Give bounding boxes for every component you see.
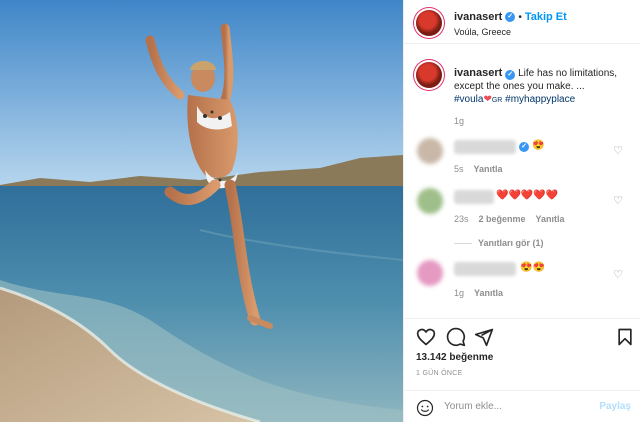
comment-input[interactable]: Yorum ekle... [444, 401, 502, 412]
comment-text: ❤️❤️❤️❤️❤️ [496, 190, 559, 201]
emoji-icon[interactable] [416, 399, 434, 417]
comment-time: 23s [454, 214, 469, 224]
username-link[interactable]: ivanasert [454, 11, 502, 23]
share-icon[interactable] [474, 327, 494, 347]
post-caption: ivanasert ✓ Life has no limitations, exce… [454, 67, 634, 107]
comment-text: 😍😍 [520, 262, 545, 273]
follow-button[interactable]: Takip Et [525, 11, 567, 23]
commenter-avatar[interactable] [417, 138, 443, 164]
comment-icon[interactable] [446, 327, 466, 347]
beach-photo-illustration [0, 0, 403, 422]
verified-icon: ✓ [505, 70, 516, 80]
comment-composer: Yorum ekle... Paylaş [404, 390, 640, 422]
caption-time: 1g [454, 116, 465, 126]
hashtag-myhappyplace[interactable]: #myhappyplace [505, 94, 575, 105]
heart-emoji-icon: ❤ [483, 94, 492, 105]
location-link[interactable]: Voúla, Greece [454, 27, 511, 37]
commenter-avatar[interactable] [417, 188, 443, 214]
caption-username[interactable]: ivanasert [454, 67, 502, 79]
comment-time: 1g [454, 288, 465, 298]
post-sidebar: ivanasert ✓ • Takip Et Voúla, Greece iva… [403, 0, 640, 422]
bookmark-icon[interactable] [615, 327, 635, 347]
post-header: ivanasert ✓ • Takip Et Voúla, Greece [404, 0, 640, 44]
comment-like-icon[interactable]: ♡ [613, 194, 623, 207]
reply-button[interactable]: Yanıtla [474, 164, 503, 174]
post-photo [0, 0, 403, 422]
reply-button[interactable]: Yanıtla [474, 288, 503, 298]
commenter-avatar[interactable] [417, 260, 443, 286]
hashtag-voula[interactable]: #voula [454, 94, 483, 105]
comment-like-icon[interactable]: ♡ [613, 144, 623, 157]
verified-icon: ✓ [505, 12, 516, 22]
commenter-username[interactable] [454, 262, 516, 276]
heart-icon[interactable] [416, 327, 436, 347]
view-replies-button[interactable]: Yanıtları gör (1) [454, 238, 544, 248]
reply-button[interactable]: Yanıtla [536, 214, 565, 224]
divider [454, 242, 472, 244]
avatar[interactable] [416, 10, 442, 36]
post-actions: 13.142 beğenme 1 GÜN ÖNCE [404, 318, 640, 388]
commenter-username[interactable] [454, 140, 516, 154]
flag-gr: GR [491, 97, 503, 104]
post-date[interactable]: 1 GÜN ÖNCE [416, 370, 463, 377]
view-replies-label: Yanıtları gör (1) [478, 238, 544, 248]
commenter-username[interactable] [454, 190, 494, 204]
separator-dot: • [518, 11, 522, 23]
comment-text: 😍 [532, 140, 545, 151]
comment-like-icon[interactable]: ♡ [613, 268, 623, 281]
likes-count[interactable]: 13.142 beğenme [416, 352, 493, 363]
post-comment-button[interactable]: Paylaş [599, 401, 631, 412]
verified-icon: ✓ [519, 142, 529, 152]
comment-time: 5s [454, 164, 464, 174]
caption-avatar[interactable] [416, 62, 442, 88]
comment-likes[interactable]: 2 beğenme [479, 214, 526, 224]
